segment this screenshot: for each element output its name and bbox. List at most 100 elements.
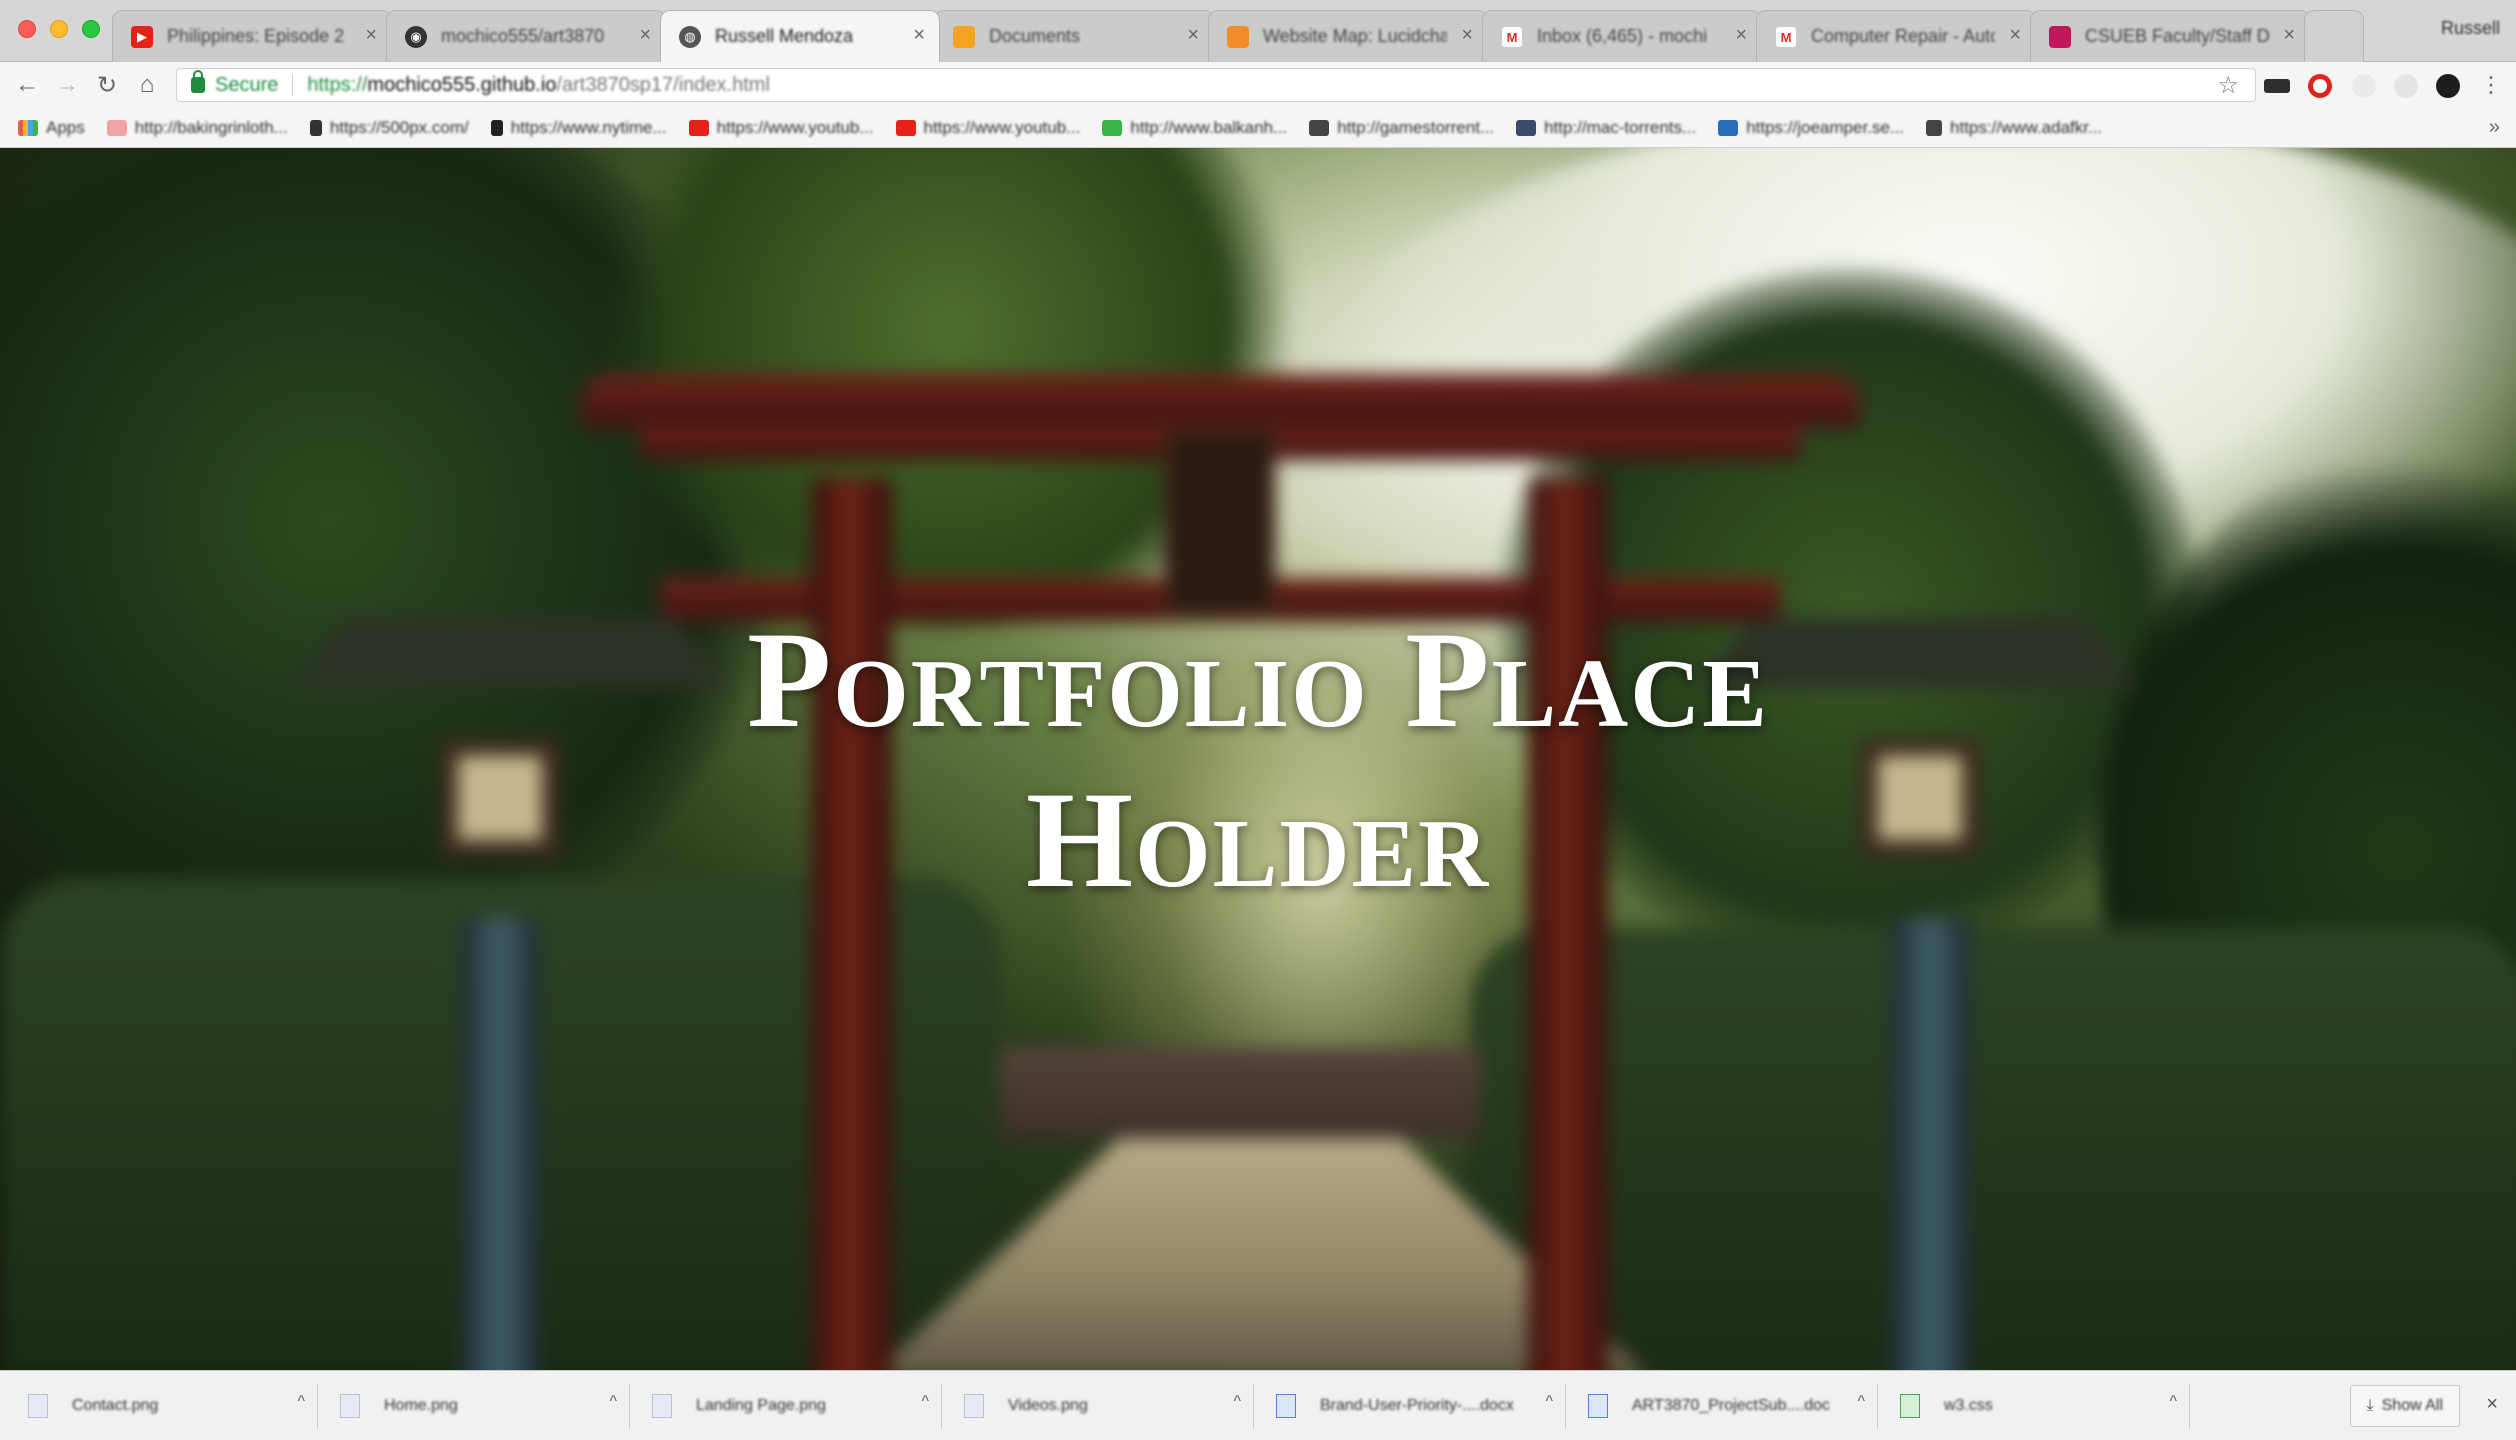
bookmark-label: https://www.youtub...	[923, 117, 1081, 137]
tab-title: Inbox (6,465) - mochi	[1537, 26, 1708, 46]
download-item[interactable]: Landing Page.png ^	[634, 1383, 942, 1429]
address-divider	[292, 74, 294, 96]
download-item[interactable]: Videos.png ^	[946, 1383, 1254, 1429]
balkan-icon	[1102, 119, 1123, 136]
bookmarks-bar: Apps http://bakingrinloth... https://500…	[0, 108, 2516, 148]
download-arrow-icon: ⤓	[2366, 1397, 2374, 1414]
bookmark-item[interactable]: http://www.balkanh...	[1102, 118, 1287, 138]
apps-grid-icon	[18, 119, 38, 136]
folder-icon	[953, 26, 975, 48]
bookmark-label: http://gamestorrent...	[1337, 117, 1495, 137]
download-item[interactable]: ART3870_ProjectSub....doc ^	[1570, 1383, 1878, 1429]
show-all-label: Show All	[2381, 1397, 2443, 1414]
secure-label: Secure	[215, 73, 279, 96]
bookmark-apps[interactable]: Apps	[18, 118, 85, 138]
fullscreen-window-button[interactable]	[82, 20, 100, 38]
new-tab-button[interactable]	[2304, 10, 2364, 62]
close-window-button[interactable]	[18, 20, 36, 38]
download-item[interactable]: w3.css ^	[1882, 1383, 2190, 1429]
image-file-icon	[28, 1394, 48, 1418]
extension-cloud-icon[interactable]	[2394, 74, 2418, 98]
url-path: /art3870sp17/index.html	[556, 73, 770, 96]
browser-toolbar: ← → ↻ ⌂ Secure https:// mochico555.githu…	[0, 62, 2516, 108]
extension-mask-icon[interactable]	[2264, 79, 2290, 93]
youtube-icon	[895, 119, 916, 136]
heart-icon	[106, 119, 127, 136]
bookmark-item[interactable]: https://www.youtub...	[688, 118, 874, 138]
opera-vpn-icon[interactable]	[2308, 74, 2332, 98]
download-item[interactable]: Brand-User-Priority-....docx ^	[1258, 1383, 1566, 1429]
chevron-up-icon[interactable]: ^	[1233, 1393, 1241, 1411]
tab-title: Russell Mendoza	[715, 26, 854, 46]
tab-github-repo[interactable]: ◉ mochico555/art3870 ×	[386, 10, 666, 62]
wooden-fence	[1000, 1048, 1480, 1138]
forward-arrow-icon[interactable]: →	[52, 70, 82, 100]
tab-close-icon[interactable]: ×	[1735, 24, 1747, 47]
home-icon[interactable]: ⌂	[132, 70, 162, 100]
bookmark-item[interactable]: http://mac-torrents...	[1516, 118, 1696, 138]
minimize-window-button[interactable]	[50, 20, 68, 38]
tab-csueb-directory[interactable]: CSUEB Faculty/Staff Di ×	[2030, 10, 2310, 62]
back-arrow-icon[interactable]: ←	[12, 70, 42, 100]
extension-download-icon[interactable]	[2352, 74, 2376, 98]
hero-title-line-1: Portfolio Place	[747, 603, 1769, 756]
chevron-up-icon[interactable]: ^	[921, 1393, 929, 1411]
tab-close-icon[interactable]: ×	[639, 24, 651, 47]
tab-close-icon[interactable]: ×	[1461, 24, 1473, 47]
lantern-post-right	[1890, 918, 1970, 1370]
hedge-right	[1470, 928, 2516, 1370]
bookmark-item[interactable]: https://www.nytime...	[490, 118, 667, 138]
hero-title-line-2: Holder	[1025, 763, 1491, 916]
chevron-up-icon[interactable]: ^	[1545, 1393, 1553, 1411]
bookmark-item[interactable]: https://500px.com/	[309, 117, 469, 138]
chevron-up-icon[interactable]: ^	[609, 1393, 617, 1411]
reload-icon[interactable]: ↻	[92, 70, 122, 100]
url-host: mochico555.github.io	[367, 73, 557, 96]
torii-plaque	[1164, 428, 1276, 616]
chevron-up-icon[interactable]: ^	[2169, 1393, 2177, 1411]
tab-russell-mendoza[interactable]: ◍ Russell Mendoza ×	[660, 10, 940, 62]
gmail-icon: M	[1775, 26, 1797, 48]
bookmark-star-icon[interactable]: ☆	[2217, 71, 2239, 100]
chevron-up-icon[interactable]: ^	[297, 1393, 305, 1411]
bookmark-item[interactable]: https://joeamper.se...	[1718, 118, 1904, 138]
lucidchart-icon	[1227, 26, 1249, 48]
profile-name[interactable]: Russell	[2441, 18, 2500, 39]
tab-close-icon[interactable]: ×	[365, 24, 377, 47]
tab-philippines-episode[interactable]: ▶ Philippines: Episode 2 ×	[112, 10, 392, 62]
profile-avatar-icon[interactable]	[2436, 74, 2460, 98]
bookmark-label: https://500px.com/	[329, 117, 469, 137]
chevron-up-icon[interactable]: ^	[1857, 1393, 1865, 1411]
address-bar[interactable]: Secure https:// mochico555.github.io /ar…	[176, 68, 2256, 102]
download-item[interactable]: Home.png ^	[322, 1383, 630, 1429]
close-icon[interactable]: ×	[2486, 1393, 2498, 1416]
tab-website-map[interactable]: Website Map: Lucidchart ×	[1208, 10, 1488, 62]
show-all-downloads-button[interactable]: ⤓ Show All	[2349, 1385, 2460, 1427]
bookmark-item[interactable]: http://bakingrinloth...	[106, 118, 288, 138]
bookmark-item[interactable]: https://www.youtub...	[895, 117, 1081, 138]
youtube-icon: ▶	[131, 26, 153, 48]
csueb-icon	[2049, 26, 2071, 48]
bookmarks-overflow-icon[interactable]: »	[2489, 116, 2500, 139]
bookmark-item[interactable]: http://gamestorrent...	[1309, 118, 1494, 138]
download-item[interactable]: Contact.png ^	[10, 1383, 318, 1429]
tab-title: Philippines: Episode 2	[167, 26, 345, 46]
menu-kebab-icon[interactable]: ⋮	[2476, 70, 2506, 100]
tab-close-icon[interactable]: ×	[913, 24, 925, 47]
tab-close-icon[interactable]: ×	[2009, 24, 2021, 47]
tab-title: CSUEB Faculty/Staff Di	[2085, 26, 2269, 46]
tab-close-icon[interactable]: ×	[2283, 24, 2295, 47]
bookmark-item[interactable]: https://www.adafkr...	[1926, 118, 2102, 138]
gmail-icon: M	[1501, 26, 1523, 48]
url-scheme: https://	[307, 73, 368, 96]
globe-icon: ◍	[679, 26, 701, 48]
download-file-name: w3.css	[1944, 1397, 1993, 1414]
tab-title: mochico555/art3870	[441, 26, 605, 46]
tab-close-icon[interactable]: ×	[1187, 24, 1199, 47]
bookmark-label: Apps	[46, 117, 85, 137]
tab-computer-repair[interactable]: M Computer Repair - Auto ×	[1756, 10, 2036, 62]
tab-inbox[interactable]: M Inbox (6,465) - mochi ×	[1482, 10, 1762, 62]
bookmark-label: http://www.balkanh...	[1130, 117, 1288, 137]
download-file-name: Home.png	[384, 1397, 458, 1414]
tab-documents[interactable]: Documents ×	[934, 10, 1214, 62]
